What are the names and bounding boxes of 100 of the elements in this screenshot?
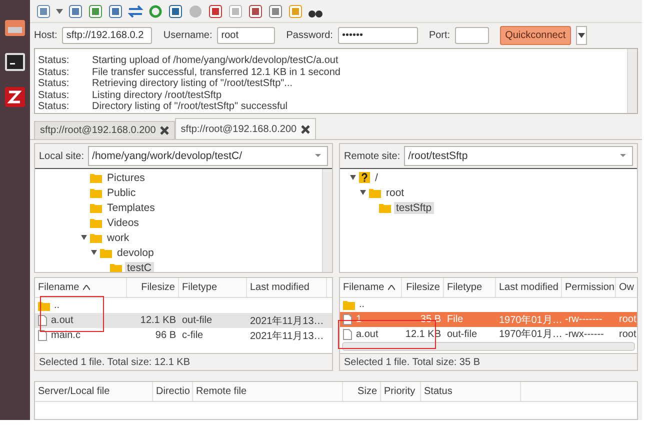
column-header[interactable]: Permission <box>562 278 616 297</box>
file-row[interactable]: .. <box>340 298 637 312</box>
table-cell-text: 1970年01月… <box>498 328 562 342</box>
folder-icon <box>90 232 102 242</box>
expander-icon[interactable] <box>360 190 366 195</box>
expander-icon[interactable] <box>350 175 356 180</box>
site-label: Local site: <box>39 150 84 162</box>
file-row[interactable]: a.out 12.1 KB out-file 2021年11月13… <box>35 313 332 328</box>
folder-icon <box>100 248 112 258</box>
tree-item[interactable]: testSftp <box>394 202 434 214</box>
tab[interactable]: sftp://root@192.168.0.200 <box>174 118 316 139</box>
tree-item[interactable]: work <box>105 232 132 244</box>
column-header[interactable]: Server/Local file <box>35 382 153 401</box>
app-logo-icon[interactable] <box>4 86 26 108</box>
scrollbar[interactable] <box>322 169 332 272</box>
folder-icon <box>90 172 102 182</box>
table-cell-text: c-file <box>181 329 204 343</box>
column-header[interactable]: Filesize <box>127 278 179 297</box>
folder-icon <box>110 262 122 272</box>
tree-item[interactable]: Public <box>105 186 138 198</box>
scrollbar[interactable] <box>342 342 635 352</box>
table-cell: a.out <box>35 313 127 328</box>
table-cell: .. <box>35 298 127 313</box>
terminal-icon[interactable] <box>4 52 26 72</box>
field-label: Password: <box>286 30 333 41</box>
table-cell-text: root <box>618 328 637 342</box>
tree-item[interactable]: Templates <box>105 202 157 214</box>
column-header[interactable]: Size <box>343 382 381 401</box>
column-header[interactable]: Filesize <box>402 278 444 297</box>
quickconnect-button[interactable]: Quickconnect <box>500 26 571 45</box>
caret-icon[interactable] <box>56 8 63 14</box>
table-cell: a.out <box>340 326 402 342</box>
column-header[interactable]: Priority <box>381 382 421 401</box>
table-cell-text: root <box>618 313 637 327</box>
log-label: Status: <box>38 78 70 90</box>
table-cell-text: 12.1 KB <box>139 314 177 328</box>
tree-item[interactable]: / <box>373 172 380 184</box>
caret-icon <box>578 33 585 38</box>
tree-item[interactable]: devolop <box>115 246 156 258</box>
column-header[interactable]: Ow <box>616 278 637 297</box>
input-field[interactable]: sftp://192.168.0.2 <box>62 27 152 44</box>
tab-label: sftp://root@192.168.0.200 <box>40 125 156 136</box>
column-header[interactable]: Filename <box>35 278 127 297</box>
dropdown-button[interactable] <box>576 26 587 45</box>
column-header[interactable]: Status <box>421 382 521 401</box>
log-message: Directory listing of "/root/testSftp" successful <box>92 101 288 112</box>
expander-icon[interactable] <box>91 250 97 255</box>
path-field[interactable]: /home/yang/work/devolop/testC/ <box>88 146 328 166</box>
column-header[interactable]: Last modified <box>496 278 562 297</box>
highlight-frame <box>40 296 104 332</box>
file-icon <box>343 328 352 340</box>
folder-icon <box>379 202 391 212</box>
status-text: Selected 1 file. Total size: 35 B <box>340 353 637 370</box>
status-text: Selected 1 file. Total size: 12.1 KB <box>35 353 332 370</box>
close-icon[interactable] <box>160 126 169 135</box>
file-row[interactable]: .. <box>35 298 332 313</box>
field-label: Username: <box>163 30 212 41</box>
column-header[interactable]: Filetype <box>444 278 496 297</box>
tab-label: sftp://root@192.168.0.200 <box>180 124 297 134</box>
field-label: Host: <box>34 30 58 41</box>
tree-item[interactable]: Videos <box>105 216 141 228</box>
sort-icon[interactable] <box>83 285 90 290</box>
log-label: Status: <box>38 66 70 78</box>
column-header[interactable]: Last modified <box>247 278 327 297</box>
column-header[interactable]: Filename <box>340 278 402 297</box>
path-field[interactable]: /root/testSftp <box>404 146 633 166</box>
folder-icon <box>90 188 102 198</box>
log-label: Status: <box>38 90 70 101</box>
scrollbar[interactable] <box>627 49 637 113</box>
tree-item[interactable]: Pictures <box>105 172 147 184</box>
column-header[interactable]: Remote file <box>193 382 343 401</box>
refresh-icon[interactable] <box>148 4 163 18</box>
file-row[interactable]: main.c 96 B c-file 2021年11月13… <box>35 328 332 343</box>
table-cell-text: -rwx------ <box>564 328 605 342</box>
table-cell-text: out-file <box>181 314 214 328</box>
input-field[interactable]: root <box>217 27 276 44</box>
table-cell: .. <box>340 298 402 312</box>
caret-icon[interactable] <box>314 154 322 158</box>
close-icon[interactable] <box>300 124 310 134</box>
tab[interactable]: sftp://root@192.168.0.200 <box>34 121 175 139</box>
tree-item[interactable]: root <box>384 186 406 198</box>
drawer-icon[interactable] <box>4 18 26 38</box>
log-message: Starting upload of /home/yang/work/devolop/testC/a.out <box>92 55 338 66</box>
column-header[interactable]: Filetype <box>179 278 247 297</box>
column-header[interactable]: Directio <box>153 382 193 401</box>
caret-icon[interactable] <box>619 154 627 158</box>
site-label: Remote site: <box>344 150 400 162</box>
table-cell: main.c <box>35 328 127 343</box>
folder-icon <box>369 188 381 198</box>
sync-arrows-icon[interactable] <box>128 4 143 18</box>
input-field[interactable] <box>455 27 490 44</box>
file-icon <box>38 330 47 341</box>
table-cell-text: 2021年11月13… <box>249 314 325 328</box>
folder-icon <box>90 218 102 228</box>
tree-item[interactable]: testC <box>125 262 154 272</box>
unknown-folder-icon <box>359 172 370 183</box>
input-field[interactable]: •••••• <box>338 27 418 44</box>
expander-icon[interactable] <box>81 235 87 240</box>
sort-icon[interactable] <box>388 284 396 290</box>
log-message: Retrieving directory listing of "/root/testSftp"... <box>92 78 293 90</box>
